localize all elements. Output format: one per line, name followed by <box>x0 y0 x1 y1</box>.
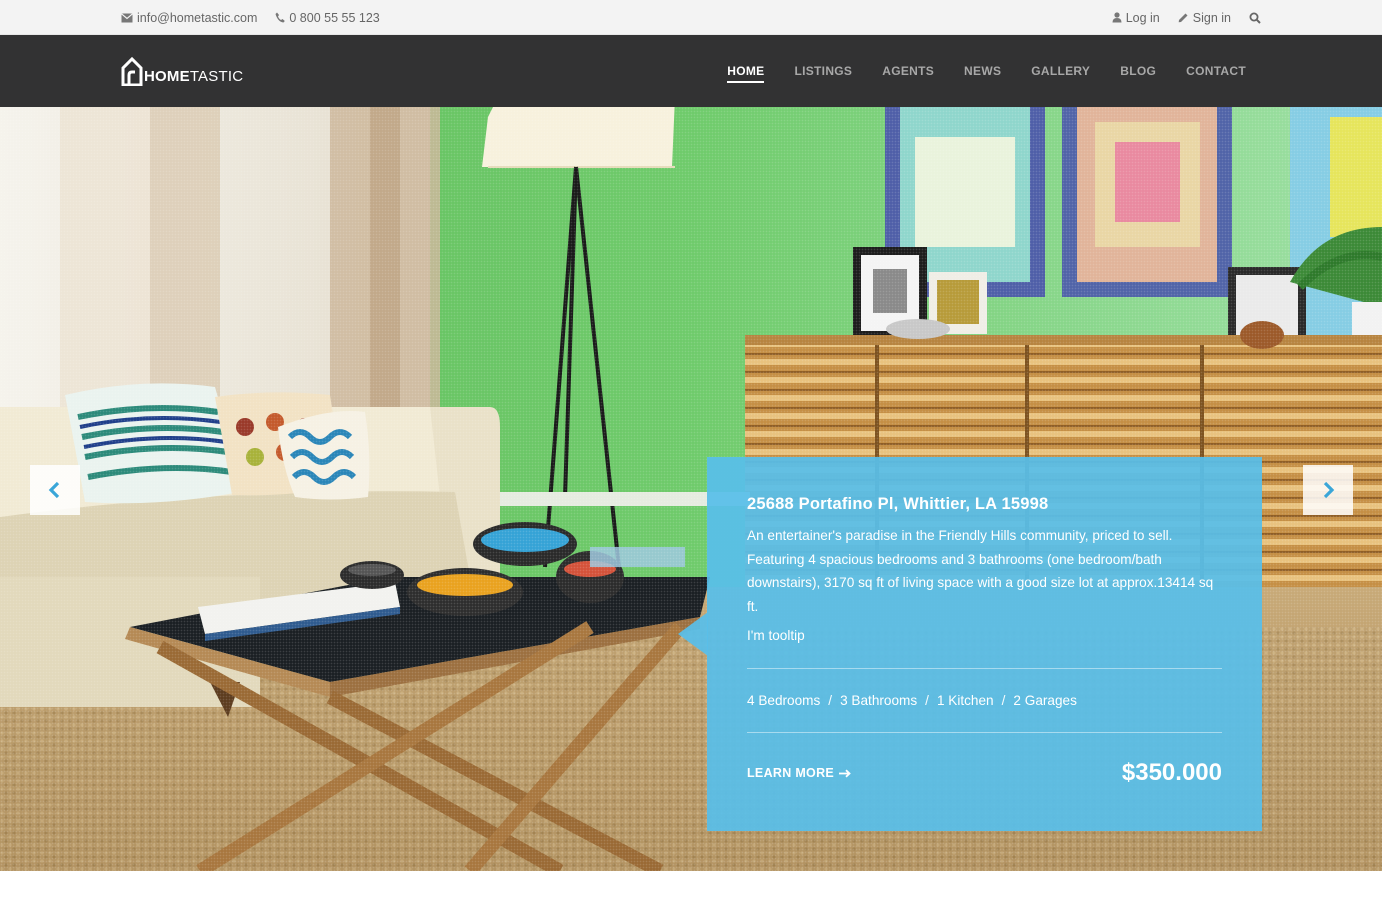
phone-icon <box>275 12 286 23</box>
login-link[interactable]: Log in <box>1112 11 1160 25</box>
listing-description: An entertainer's paradise in the Friendl… <box>747 528 1214 614</box>
nav-item-listings[interactable]: LISTINGS <box>794 58 852 84</box>
top-bar: info@hometastic.com 0 800 55 55 123 Log … <box>0 0 1382 35</box>
feature-separator: / <box>925 693 929 708</box>
nav-item-contact[interactable]: CONTACT <box>1186 58 1246 84</box>
logo-bold: HOME <box>144 68 190 85</box>
slider-prev-button[interactable] <box>30 465 80 515</box>
house-logo-icon <box>121 56 143 86</box>
phone-text: 0 800 55 55 123 <box>289 10 380 25</box>
hero-slider: 25688 Portafino Pl, Whittier, LA 15998 A… <box>0 107 1382 871</box>
email-link[interactable]: info@hometastic.com <box>121 11 257 25</box>
pencil-icon <box>1178 13 1188 23</box>
nav-item-news[interactable]: NEWS <box>964 58 1001 84</box>
listing-card: 25688 Portafino Pl, Whittier, LA 15998 A… <box>678 457 1262 831</box>
learn-more-link[interactable]: LEARN MORE <box>747 766 851 780</box>
nav-item-gallery[interactable]: GALLERY <box>1031 58 1090 84</box>
listing-features: 4 Bedrooms / 3 Bathrooms / 1 Kitchen / 2 Garag… <box>747 669 1222 732</box>
signin-text: Sign in <box>1192 10 1231 25</box>
site-logo[interactable]: HOMETASTIC <box>121 54 243 86</box>
learn-more-label: LEARN MORE <box>747 766 835 780</box>
logo-text: HOMETASTIC <box>144 69 243 86</box>
listing-address: 25688 Portafino Pl, Whittier, LA 15998 <box>747 495 1049 513</box>
login-text: Log in <box>1125 10 1160 25</box>
card-pointer <box>678 612 708 656</box>
feature-item: 4 Bedrooms <box>747 693 821 708</box>
feature-separator: / <box>828 693 833 708</box>
nav-menu: HOME LISTINGS AGENTS NEWS GALLERY BLOG CONTACT <box>727 35 1246 107</box>
main-navbar: HOMETASTIC HOME LISTINGS AGENTS NEWS GALLERY… <box>0 35 1382 107</box>
tooltip-trigger[interactable]: I'm tooltip <box>747 628 805 643</box>
listing-price: $350.000 <box>1121 759 1222 786</box>
signin-link[interactable]: Sign in <box>1178 11 1231 25</box>
logo-rest: TASTIC <box>189 68 244 85</box>
chevron-right-icon <box>1323 481 1335 499</box>
nav-item-home[interactable]: HOME <box>727 58 765 84</box>
feature-separator: / <box>1001 693 1006 708</box>
nav-item-blog[interactable]: BLOG <box>1120 58 1156 84</box>
feature-item: 2 Garages <box>1013 693 1077 708</box>
arrow-right-icon <box>839 769 851 777</box>
search-icon <box>1249 12 1261 24</box>
feature-item: 3 Bathrooms <box>840 693 918 708</box>
search-button[interactable] <box>1249 12 1261 24</box>
user-icon <box>1112 12 1122 23</box>
feature-item: 1 Kitchen <box>936 693 994 708</box>
email-text: info@hometastic.com <box>137 10 258 25</box>
chevron-left-icon <box>48 481 60 499</box>
slider-next-button[interactable] <box>1303 465 1353 515</box>
phone-link[interactable]: 0 800 55 55 123 <box>275 10 380 25</box>
envelope-icon <box>121 12 133 22</box>
nav-item-agents[interactable]: AGENTS <box>882 58 934 84</box>
